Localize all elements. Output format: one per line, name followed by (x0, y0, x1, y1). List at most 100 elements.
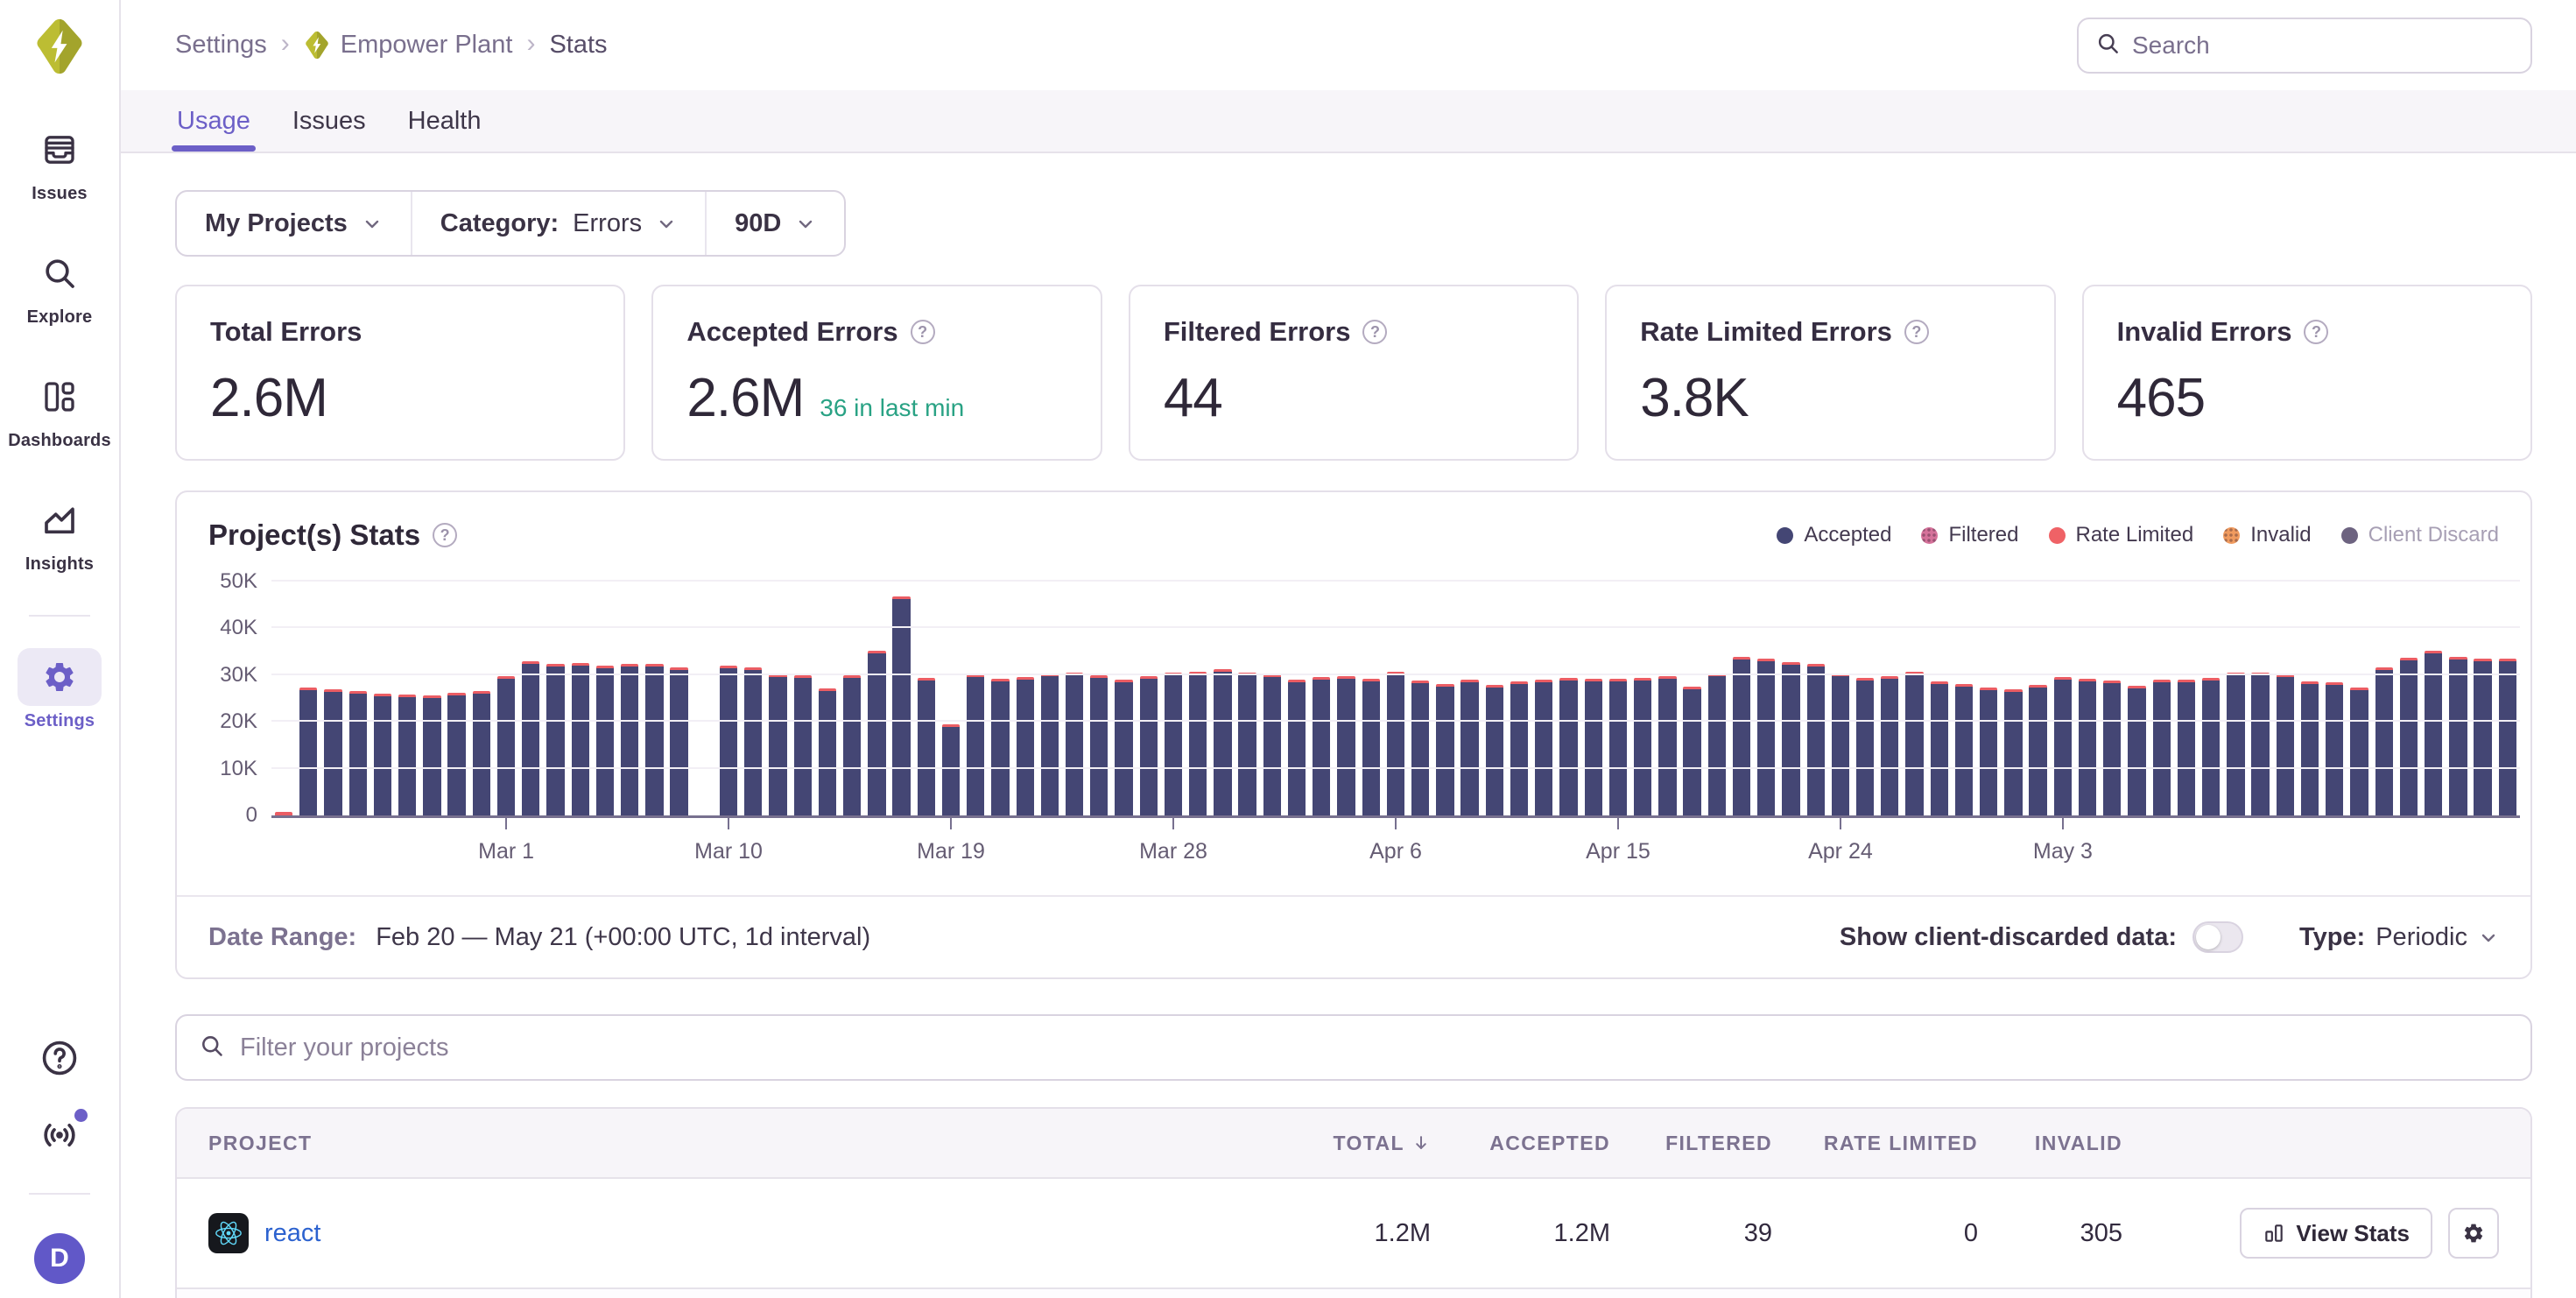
chart-legend: Accepted Filtered Rate Limited Invalid Clien… (1777, 523, 2499, 547)
help-circle-icon[interactable]: ? (1362, 320, 1387, 344)
column-header-invalid[interactable]: INVALID (1978, 1132, 2122, 1155)
chart-bar (864, 573, 889, 815)
legend-item-client-discard[interactable]: Client Discard (2341, 523, 2499, 547)
x-axis-label: Apr 15 (1586, 839, 1650, 864)
dashboards-icon (18, 368, 102, 426)
help-button[interactable] (40, 1039, 79, 1077)
column-label: TOTAL (1333, 1132, 1404, 1155)
date-range-value: 90D (735, 209, 781, 238)
issues-icon (18, 121, 102, 179)
chart-bar (1111, 573, 1136, 815)
sidebar-divider (29, 1193, 90, 1195)
legend-label: Accepted (1804, 523, 1891, 547)
column-label: RATE LIMITED (1824, 1132, 1978, 1155)
sidebar-item-settings[interactable]: Settings (0, 648, 119, 731)
client-discard-toggle[interactable] (2192, 921, 2243, 953)
y-axis-label: 10K (179, 758, 257, 780)
global-search[interactable] (2077, 18, 2532, 74)
gridline (271, 674, 2520, 675)
chart-bar (1309, 573, 1334, 815)
column-header-project[interactable]: PROJECT (208, 1132, 1273, 1155)
chart-bar (1581, 573, 1606, 815)
sidebar-item-explore[interactable]: Explore (0, 244, 119, 328)
legend-item-filtered[interactable]: Filtered (1921, 523, 2018, 547)
chart-bar (2470, 573, 2495, 815)
chevron-down-icon (2478, 927, 2499, 948)
help-circle-icon[interactable]: ? (2304, 320, 2328, 344)
stat-card-accepted-errors: Accepted Errors?2.6M36 in last min (651, 285, 1101, 461)
breadcrumb-item-settings[interactable]: Settings (175, 31, 267, 60)
x-axis-tick (950, 818, 952, 829)
chart-bar (914, 573, 939, 815)
global-search-input[interactable] (2132, 32, 2513, 60)
chart-bar (642, 573, 666, 815)
sidebar-item-insights[interactable]: Insights (0, 491, 119, 575)
chart-x-axis: Mar 1Mar 10Mar 19Mar 28Apr 6Apr 15Apr 24… (271, 818, 2520, 874)
x-axis-tick (505, 818, 507, 829)
column-header-filtered[interactable]: FILTERED (1610, 1132, 1772, 1155)
chart-bar (2223, 573, 2248, 815)
chart-bar (791, 573, 815, 815)
stat-card-value: 2.6M (210, 367, 327, 429)
help-circle-icon[interactable]: ? (433, 523, 457, 547)
chart-bar (568, 573, 593, 815)
legend-label: Rate Limited (2076, 523, 2194, 547)
chart-bar (1976, 573, 2001, 815)
date-range-selector[interactable]: 90D (705, 192, 844, 255)
stat-card-title: Accepted Errors (686, 316, 897, 348)
legend-item-invalid[interactable]: Invalid (2223, 523, 2311, 547)
org-icon (304, 31, 330, 60)
sidebar-item-label: Dashboards (8, 431, 111, 451)
user-avatar[interactable]: D (34, 1233, 85, 1284)
sidebar-item-issues[interactable]: Issues (0, 121, 119, 204)
legend-dot (2049, 527, 2066, 544)
chart-bar (1432, 573, 1457, 815)
project-filter[interactable] (175, 1014, 2532, 1081)
help-circle-icon[interactable]: ? (911, 320, 935, 344)
gridline (271, 626, 2520, 628)
whats-new-button[interactable] (40, 1116, 79, 1154)
legend-label: Filtered (1948, 523, 2018, 547)
chart-bar (1507, 573, 1531, 815)
stat-card-rate-limited-errors: Rate Limited Errors?3.8K (1605, 285, 2055, 461)
category-label: Category: (440, 209, 559, 238)
notification-dot (74, 1109, 88, 1122)
chart-bar (1778, 573, 1803, 815)
sidebar-item-dashboards[interactable]: Dashboards (0, 368, 119, 451)
tab-health[interactable]: Health (406, 90, 483, 152)
tab-issues[interactable]: Issues (291, 90, 368, 152)
project-filter-input[interactable] (240, 1033, 2508, 1062)
project-settings-button[interactable] (2448, 1208, 2499, 1259)
chart-bar (617, 573, 642, 815)
legend-dot (1777, 527, 1793, 544)
org-logo-icon[interactable] (33, 18, 86, 75)
chart-bar (320, 573, 345, 815)
column-header-total[interactable]: TOTAL (1273, 1132, 1431, 1155)
main-area: Settings›Empower Plant›Stats UsageIssues… (121, 0, 2576, 1298)
x-axis-tick (1172, 818, 1174, 829)
legend-item-rate-limited[interactable]: Rate Limited (2049, 523, 2194, 547)
help-circle-icon[interactable]: ? (1904, 320, 1929, 344)
column-header-rate_limited[interactable]: RATE LIMITED (1772, 1132, 1978, 1155)
usage-chart-plot: 010K20K30K40K50K (271, 573, 2520, 818)
tab-usage[interactable]: Usage (175, 90, 252, 152)
column-header-accepted[interactable]: ACCEPTED (1431, 1132, 1610, 1155)
breadcrumb-item-empower-plant[interactable]: Empower Plant (304, 31, 513, 60)
chart-bar (1161, 573, 1186, 815)
column-label: INVALID (2035, 1132, 2122, 1155)
project-selector[interactable]: My Projects (177, 192, 411, 255)
type-selector[interactable]: Type: Periodic (2299, 923, 2499, 952)
chart-bar (2026, 573, 2051, 815)
chart-bar (939, 573, 963, 815)
explore-icon (18, 244, 102, 302)
legend-item-accepted[interactable]: Accepted (1777, 523, 1891, 547)
stat-card-subtext: 36 in last min (820, 394, 964, 422)
project-link[interactable]: react (264, 1219, 320, 1248)
chart-bar (1952, 573, 1976, 815)
view-stats-button[interactable]: View Stats (2240, 1208, 2432, 1259)
category-selector[interactable]: Category: Errors (411, 192, 705, 255)
chart-bar (1705, 573, 1729, 815)
legend-dot (1921, 527, 1938, 544)
x-axis-label: May 3 (2033, 839, 2093, 864)
view-stats-label: View Stats (2296, 1220, 2410, 1247)
